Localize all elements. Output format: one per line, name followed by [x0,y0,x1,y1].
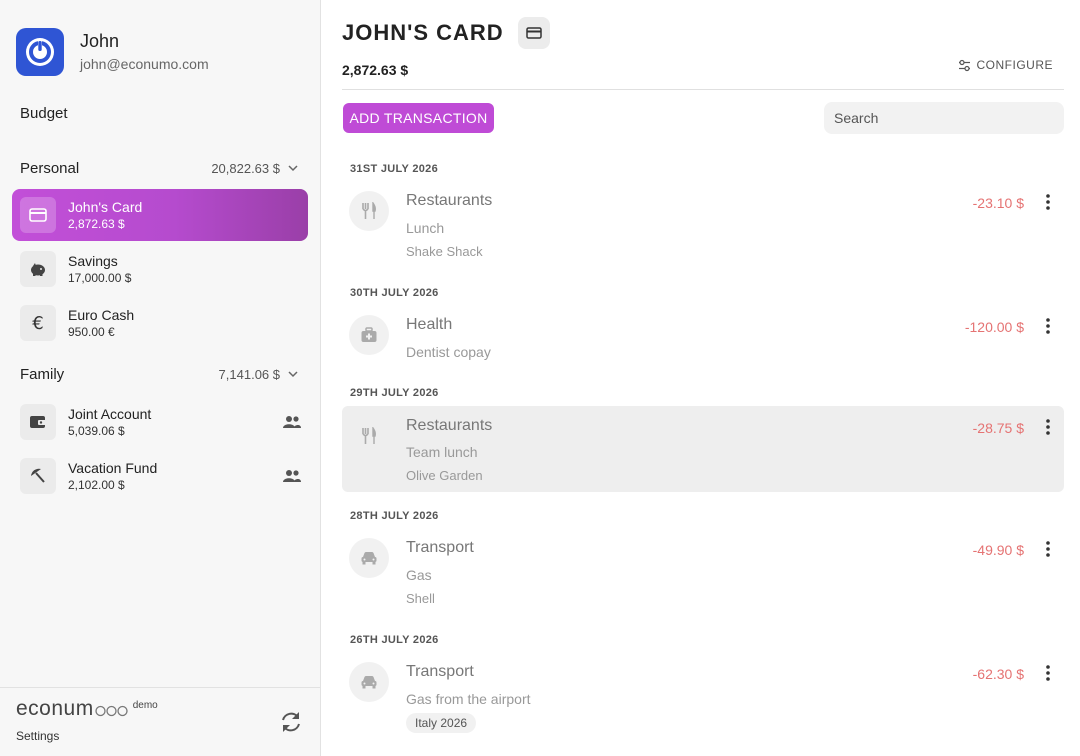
configure-button[interactable]: CONFIGURE [958,58,1054,72]
settings-link[interactable]: Settings [16,729,59,743]
account-balance: 5,039.06 $ [68,423,125,438]
sliders-icon [958,59,970,71]
account-balance-total: 2,872.63 $ [342,62,409,78]
user-name: John [80,31,120,51]
transaction-payee: Shake Shack [406,244,483,259]
chevron-down-icon[interactable] [286,367,300,381]
search-input[interactable] [824,102,1064,134]
transaction-category: Health [406,316,453,333]
transaction-date-header: 30TH JULY 2026 [350,287,439,299]
account-name: John's Card [68,198,143,215]
account-balance: 17,000.00 $ [68,270,132,285]
fork-knife-icon [349,191,389,231]
transaction-amount: -62.30 $ [972,666,1024,682]
transaction-date-header: 26TH JULY 2026 [350,634,439,646]
transaction-amount: -120.00 $ [964,319,1024,335]
transaction-amount: -49.90 $ [972,542,1024,558]
account-name: Vacation Fund [68,459,158,476]
transaction-tag: Italy 2026 [406,713,477,733]
transaction-amount: -23.10 $ [972,195,1024,211]
transaction-description: Gas [406,567,432,583]
app-logo-icon [16,28,64,76]
sync-icon[interactable] [278,709,304,735]
sidebar-footer: econum demo Settings [0,687,320,756]
euro-icon: € [20,305,56,341]
brand-demo-badge: demo [132,700,158,711]
beach-umbrella-icon [20,458,56,494]
transaction-date-header: 31ST JULY 2026 [350,163,438,175]
page-title: JOHN'S CARD [342,20,504,45]
folder-balance: 20,822.63 $ [211,160,280,176]
transaction-description: Team lunch [406,444,478,460]
add-transaction-button[interactable]: ADD TRANSACTION [343,103,494,133]
account-balance: 950.00 € [68,324,115,339]
transaction-category: Restaurants [406,417,493,434]
medical-bag-icon [349,315,389,355]
folder-header-personal[interactable]: Personal 20,822.63 $ [20,156,300,180]
account-item-johns-card[interactable]: John's Card 2,872.63 $ [12,189,308,241]
folder-balance: 7,141.06 $ [218,366,280,382]
divider [342,89,1064,90]
brand-wordmark: econum [16,697,94,720]
user-email: john@econumo.com [80,56,209,72]
account-item-joint-account[interactable]: Joint Account 5,039.06 $ [12,396,308,448]
credit-card-icon [517,17,550,49]
more-vert-icon[interactable] [1040,417,1056,437]
transaction-payee: Olive Garden [406,468,483,483]
transaction-category: Transport [406,663,474,680]
car-icon [349,538,389,578]
account-item-savings[interactable]: Savings 17,000.00 $ [12,243,308,295]
car-icon [349,662,389,702]
transaction-row[interactable]: Restaurants Lunch Shake Shack -23.10 $ [342,181,1064,271]
transaction-category: Transport [406,539,474,556]
account-balance: 2,872.63 $ [68,216,125,231]
folder-header-family[interactable]: Family 7,141.06 $ [20,362,300,386]
account-name: Savings [68,252,118,269]
more-vert-icon[interactable] [1040,316,1056,336]
brand-circles-icon [95,705,128,717]
piggy-bank-icon [20,251,56,287]
transaction-row[interactable]: Transport Gas from the airport Italy 202… [342,652,1064,742]
shared-users-icon [283,470,301,482]
wallet-icon [20,404,56,440]
more-vert-icon[interactable] [1040,539,1056,559]
shared-users-icon [283,416,301,428]
credit-card-icon [20,197,56,233]
account-balance: 2,102.00 $ [68,477,125,492]
transaction-description: Lunch [406,220,445,236]
main-panel: JOHN'S CARD 2,872.63 $ CONFIGURE ADD TRA… [321,0,1080,756]
more-vert-icon[interactable] [1040,192,1056,212]
brand-logo: econum demo [16,698,158,720]
transaction-date-header: 28TH JULY 2026 [350,510,439,522]
nav-budget-link[interactable]: Budget [20,105,68,122]
fork-knife-icon [349,416,389,456]
account-item-vacation-fund[interactable]: Vacation Fund 2,102.00 $ [12,450,308,502]
account-name: Joint Account [68,405,152,422]
folder-name: Family [20,365,65,383]
transaction-category: Restaurants [406,192,493,209]
transaction-row[interactable]: Transport Gas Shell -49.90 $ [342,528,1064,618]
transaction-amount: -28.75 $ [972,420,1024,436]
account-name: Euro Cash [68,306,135,323]
transaction-row[interactable]: Restaurants Team lunch Olive Garden -28.… [342,406,1064,492]
configure-label: CONFIGURE [976,58,1053,72]
transaction-payee: Shell [406,591,435,606]
sidebar: John john@econumo.com Budget Personal 20… [0,0,321,756]
account-item-euro-cash[interactable]: € Euro Cash 950.00 € [12,297,308,349]
transaction-description: Gas from the airport [406,691,531,707]
transaction-description: Dentist copay [406,344,491,360]
transaction-date-header: 29TH JULY 2026 [350,387,439,399]
folder-name: Personal [20,159,80,177]
user-profile[interactable]: John john@econumo.com [16,28,209,76]
more-vert-icon[interactable] [1040,663,1056,683]
chevron-down-icon[interactable] [286,161,300,175]
transaction-row[interactable]: Health Dentist copay -120.00 $ [342,305,1064,371]
